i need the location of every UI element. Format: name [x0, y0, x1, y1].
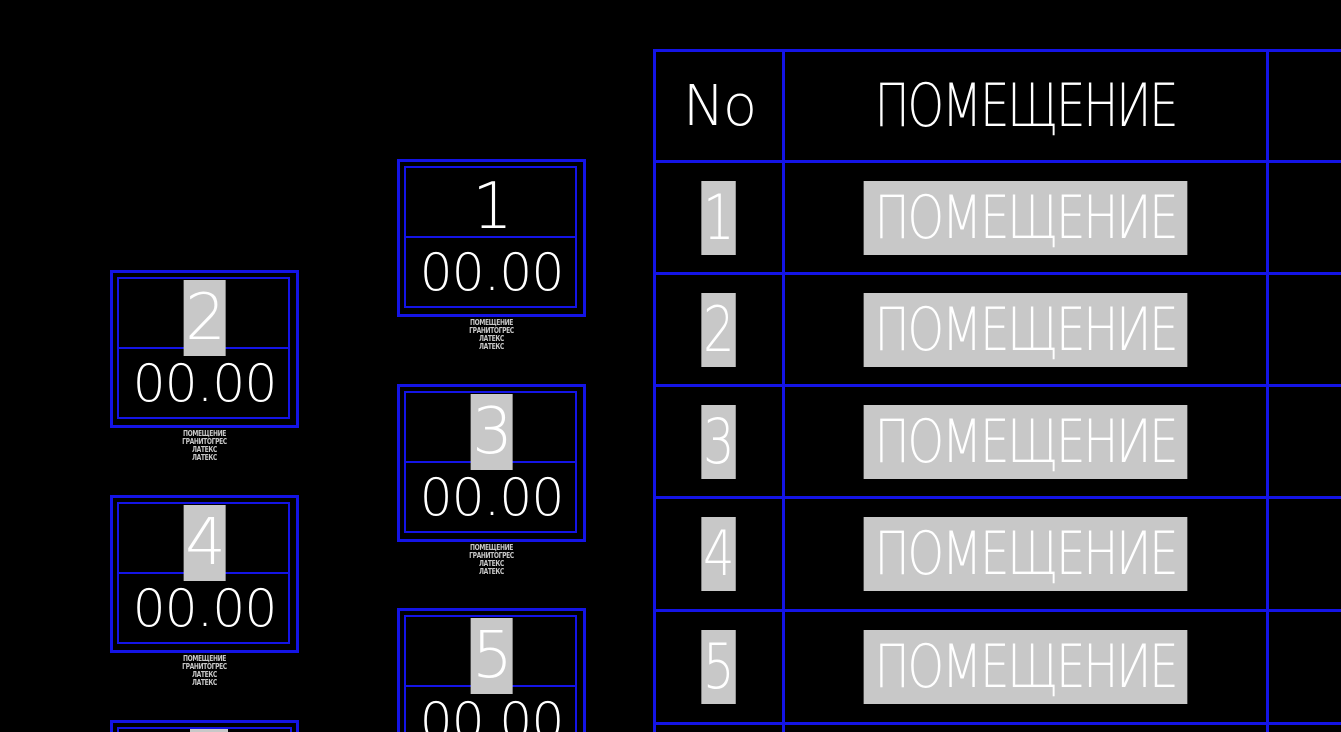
table-row-room[interactable]: ПОМЕЩЕНИЕ: [785, 275, 1266, 384]
room-tag-area: 00.00: [419, 468, 565, 528]
table-row-no[interactable]: 5: [656, 612, 782, 722]
room-tag-area: 00.00: [419, 243, 565, 303]
room-tag-1[interactable]: 1 00.00 ПОМЕЩЕНИЕ ГРАНИТОГРЕС ЛАТЕКС ЛАТЕКС: [397, 159, 586, 351]
table-row-room[interactable]: ПОМЕЩЕНИЕ: [785, 612, 1266, 722]
room-tag-notes: ПОМЕЩЕНИЕ ГРАНИТОГРЕС ЛАТЕКС ЛАТЕКС: [182, 654, 227, 687]
room-tag-2[interactable]: 2 00.00 ПОМЕЩЕНИЕ ГРАНИТОГРЕС ЛАТЕКС ЛАТЕКС: [110, 270, 299, 462]
room-tag-area: 00.00: [132, 354, 278, 414]
table-row-room[interactable]: ПОМЕЩЕНИЕ: [785, 163, 1266, 272]
room-tag-number: 5: [470, 618, 513, 694]
room-tag-number: 4: [183, 505, 226, 581]
room-tag-number: 3: [470, 394, 513, 470]
column-header-no: No: [682, 73, 757, 139]
room-tag-notes: ПОМЕЩЕНИЕ ГРАНИТОГРЕС ЛАТЕКС ЛАТЕКС: [469, 318, 514, 351]
room-tag-3[interactable]: 3 00.00 ПОМЕЩЕНИЕ ГРАНИТОГРЕС ЛАТЕКС ЛАТЕКС: [397, 384, 586, 576]
table-row-no[interactable]: 2: [656, 275, 782, 384]
cad-drawing-canvas[interactable]: 1 00.00 ПОМЕЩЕНИЕ ГРАНИТОГРЕС ЛАТЕКС ЛАТЕКС…: [0, 0, 1341, 732]
table-row-room[interactable]: ПОМЕЩЕНИЕ: [785, 387, 1266, 496]
room-tag-4[interactable]: 4 00.00 ПОМЕЩЕНИЕ ГРАНИТОГРЕС ЛАТЕКС ЛАТЕКС: [110, 495, 299, 687]
room-tag-5[interactable]: 5 00.00: [397, 608, 586, 732]
room-tag-notes: ПОМЕЩЕНИЕ ГРАНИТОГРЕС ЛАТЕКС ЛАТЕКС: [182, 429, 227, 462]
table-row-no[interactable]: 4: [656, 499, 782, 609]
table-row-no[interactable]: 1: [656, 163, 782, 272]
room-tag-area: 00.00: [419, 692, 565, 732]
room-tag-area: 00.00: [132, 579, 278, 639]
table-row-no[interactable]: 3: [656, 387, 782, 496]
room-tag-number: 1: [472, 170, 513, 244]
room-schedule-table[interactable]: No ПОМЕЩЕНИЕ 1 ПОМЕЩЕНИЕ 2 ПОМЕЩЕНИЕ 3 П…: [653, 49, 1341, 732]
column-header-room: ПОМЕЩЕНИЕ: [874, 71, 1179, 141]
room-tag-notes: ПОМЕЩЕНИЕ ГРАНИТОГРЕС ЛАТЕКС ЛАТЕКС: [469, 543, 514, 576]
table-row-room[interactable]: ПОМЕЩЕНИЕ: [785, 499, 1266, 609]
room-tag-number: 2: [183, 280, 226, 356]
room-tag-partial: [110, 720, 299, 732]
